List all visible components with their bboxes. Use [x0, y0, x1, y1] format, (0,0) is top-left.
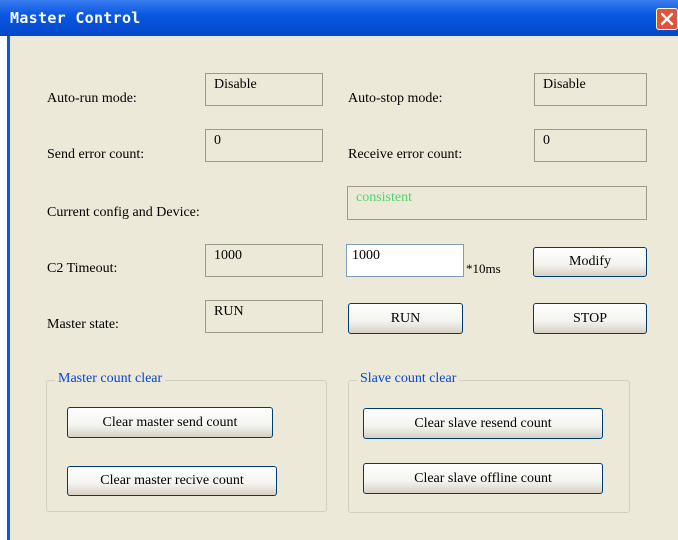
clear-master-send-button[interactable]: Clear master send count	[67, 407, 273, 438]
c2-timeout-unit: *10ms	[466, 261, 501, 276]
c2-timeout-input[interactable]: 1000	[346, 244, 464, 277]
receive-error-value: 0	[534, 129, 647, 162]
clear-master-receive-button[interactable]: Clear master recive count	[67, 466, 277, 496]
stop-button[interactable]: STOP	[533, 303, 647, 334]
slave-group-legend: Slave count clear	[357, 371, 460, 387]
receive-error-label: Receive error count:	[348, 147, 463, 162]
close-icon	[660, 12, 674, 26]
clear-slave-resend-button[interactable]: Clear slave resend count	[363, 408, 603, 439]
auto-stop-label: Auto-stop mode:	[348, 91, 443, 106]
master-state-value: RUN	[205, 300, 323, 333]
master-group-legend: Master count clear	[55, 371, 166, 387]
close-button[interactable]	[656, 8, 678, 30]
dialog-body: Auto-run mode: Disable Auto-stop mode: D…	[10, 36, 678, 540]
master-state-label: Master state:	[47, 317, 119, 332]
c2-timeout-label: C2 Timeout:	[47, 261, 118, 276]
config-device-status: consistent	[347, 186, 647, 220]
title-bar: Master Control	[0, 0, 678, 36]
window-title: Master Control	[10, 9, 141, 27]
send-error-label: Send error count:	[47, 147, 145, 162]
auto-stop-value: Disable	[534, 73, 647, 106]
window-frame-left	[0, 36, 10, 540]
send-error-value: 0	[205, 129, 323, 162]
modify-button[interactable]: Modify	[533, 247, 647, 277]
auto-run-value: Disable	[205, 73, 323, 106]
run-button[interactable]: RUN	[348, 303, 463, 334]
config-device-label: Current config and Device:	[47, 205, 200, 220]
c2-timeout-value: 1000	[205, 244, 323, 277]
auto-run-label: Auto-run mode:	[47, 91, 137, 106]
clear-slave-offline-button[interactable]: Clear slave offline count	[363, 463, 603, 494]
